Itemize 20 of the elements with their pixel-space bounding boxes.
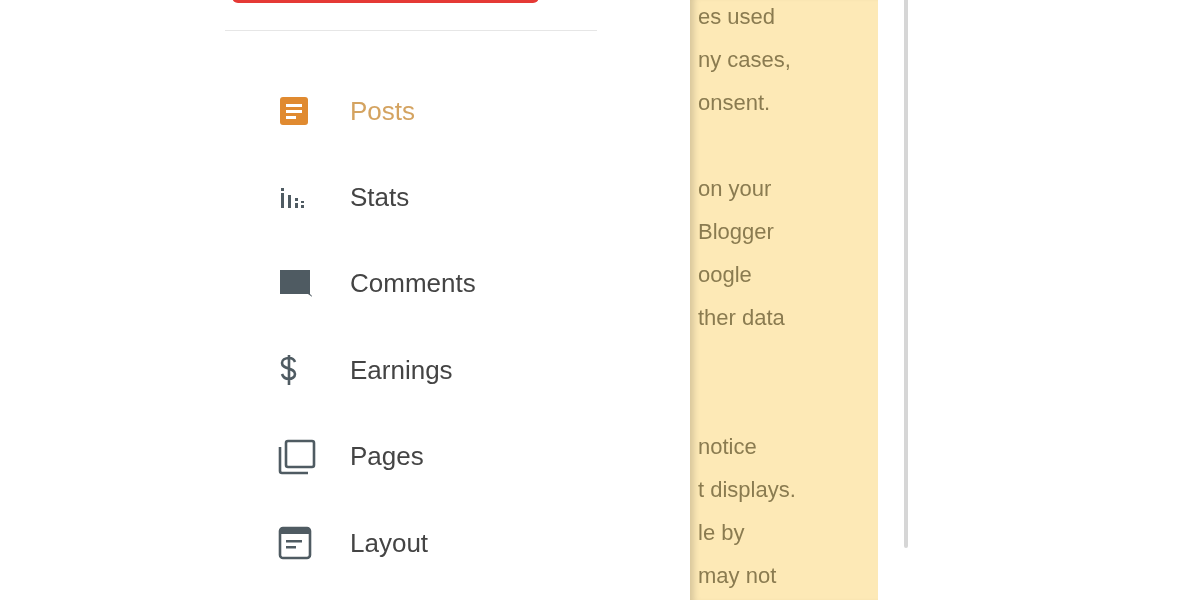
notice-text: t displays. — [698, 476, 797, 504]
notice-text: ther data — [698, 304, 786, 332]
nav-item[interactable]: Layout — [278, 499, 578, 587]
notice-text: may not — [698, 562, 778, 590]
nav-item[interactable]: Stats — [278, 154, 578, 241]
layout-icon — [278, 526, 312, 561]
notice-text: notice — [698, 433, 758, 461]
notice-text: es used — [698, 3, 777, 31]
notice-text: ny cases, — [698, 46, 792, 74]
notice-text: oogle — [698, 261, 753, 289]
notice-text: le by — [698, 519, 746, 547]
nav-item[interactable]: Pages — [278, 413, 578, 500]
pages-icon — [278, 438, 316, 475]
nav-item[interactable]: Comments — [278, 240, 578, 328]
notice-text: on your — [698, 175, 773, 203]
scrollbar[interactable] — [904, 0, 908, 548]
document-icon — [278, 95, 310, 128]
nav-item[interactable]: Earnings — [278, 327, 578, 414]
notice-text: onsent. — [698, 89, 772, 117]
notice-text: Blogger — [698, 218, 775, 246]
